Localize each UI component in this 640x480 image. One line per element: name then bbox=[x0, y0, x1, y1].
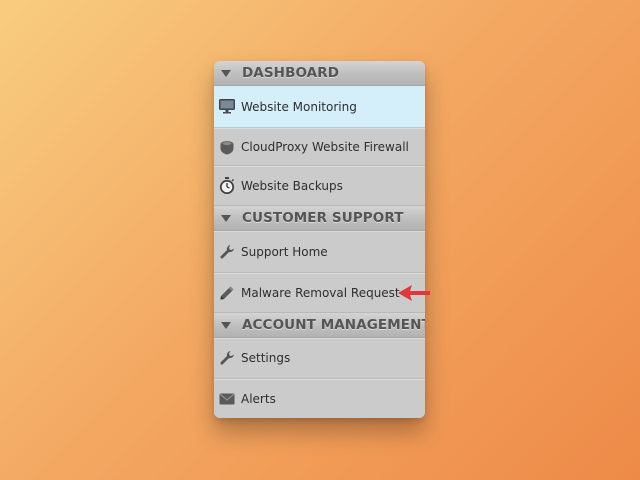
menu-item-alerts[interactable]: Alerts bbox=[214, 379, 425, 418]
stopwatch-icon bbox=[219, 177, 235, 194]
monitor-icon bbox=[219, 99, 235, 115]
section-header-dashboard[interactable]: DASHBOARD bbox=[214, 61, 425, 86]
section-title: ACCOUNT MANAGEMENT bbox=[242, 317, 425, 333]
menu-item-label: Alerts bbox=[241, 391, 276, 406]
sidebar-menu: DASHBOARD Website Monitoring CloudProxy … bbox=[214, 61, 425, 418]
menu-item-label: Malware Removal Request bbox=[241, 285, 400, 300]
menu-item-settings[interactable]: Settings bbox=[214, 338, 425, 379]
red-arrow-icon bbox=[398, 285, 430, 301]
menu-item-label: Support Home bbox=[241, 244, 328, 259]
menu-item-cloudproxy-firewall[interactable]: CloudProxy Website Firewall bbox=[214, 128, 425, 166]
menu-item-support-home[interactable]: Support Home bbox=[214, 231, 425, 273]
menu-item-website-backups[interactable]: Website Backups bbox=[214, 166, 425, 206]
menu-item-label: CloudProxy Website Firewall bbox=[241, 139, 409, 154]
section-title: DASHBOARD bbox=[242, 65, 340, 81]
triangle-down-icon bbox=[221, 321, 231, 329]
section-title: CUSTOMER SUPPORT bbox=[242, 210, 404, 226]
pencil-icon bbox=[219, 285, 235, 301]
menu-item-label: Settings bbox=[241, 351, 291, 365]
envelope-icon bbox=[219, 391, 235, 407]
menu-item-label: Website Backups bbox=[241, 178, 343, 193]
menu-item-website-monitoring[interactable]: Website Monitoring bbox=[214, 86, 425, 128]
menu-item-label: Website Monitoring bbox=[241, 99, 357, 114]
wrench-icon bbox=[219, 244, 235, 260]
wrench-icon bbox=[219, 350, 235, 366]
firewall-shield-icon bbox=[219, 139, 235, 155]
menu-item-malware-removal-request[interactable]: Malware Removal Request bbox=[214, 273, 425, 313]
triangle-down-icon bbox=[221, 214, 231, 222]
triangle-down-icon bbox=[221, 69, 231, 77]
section-header-customer-support[interactable]: CUSTOMER SUPPORT bbox=[214, 206, 425, 231]
section-header-account-management[interactable]: ACCOUNT MANAGEMENT bbox=[214, 313, 425, 338]
